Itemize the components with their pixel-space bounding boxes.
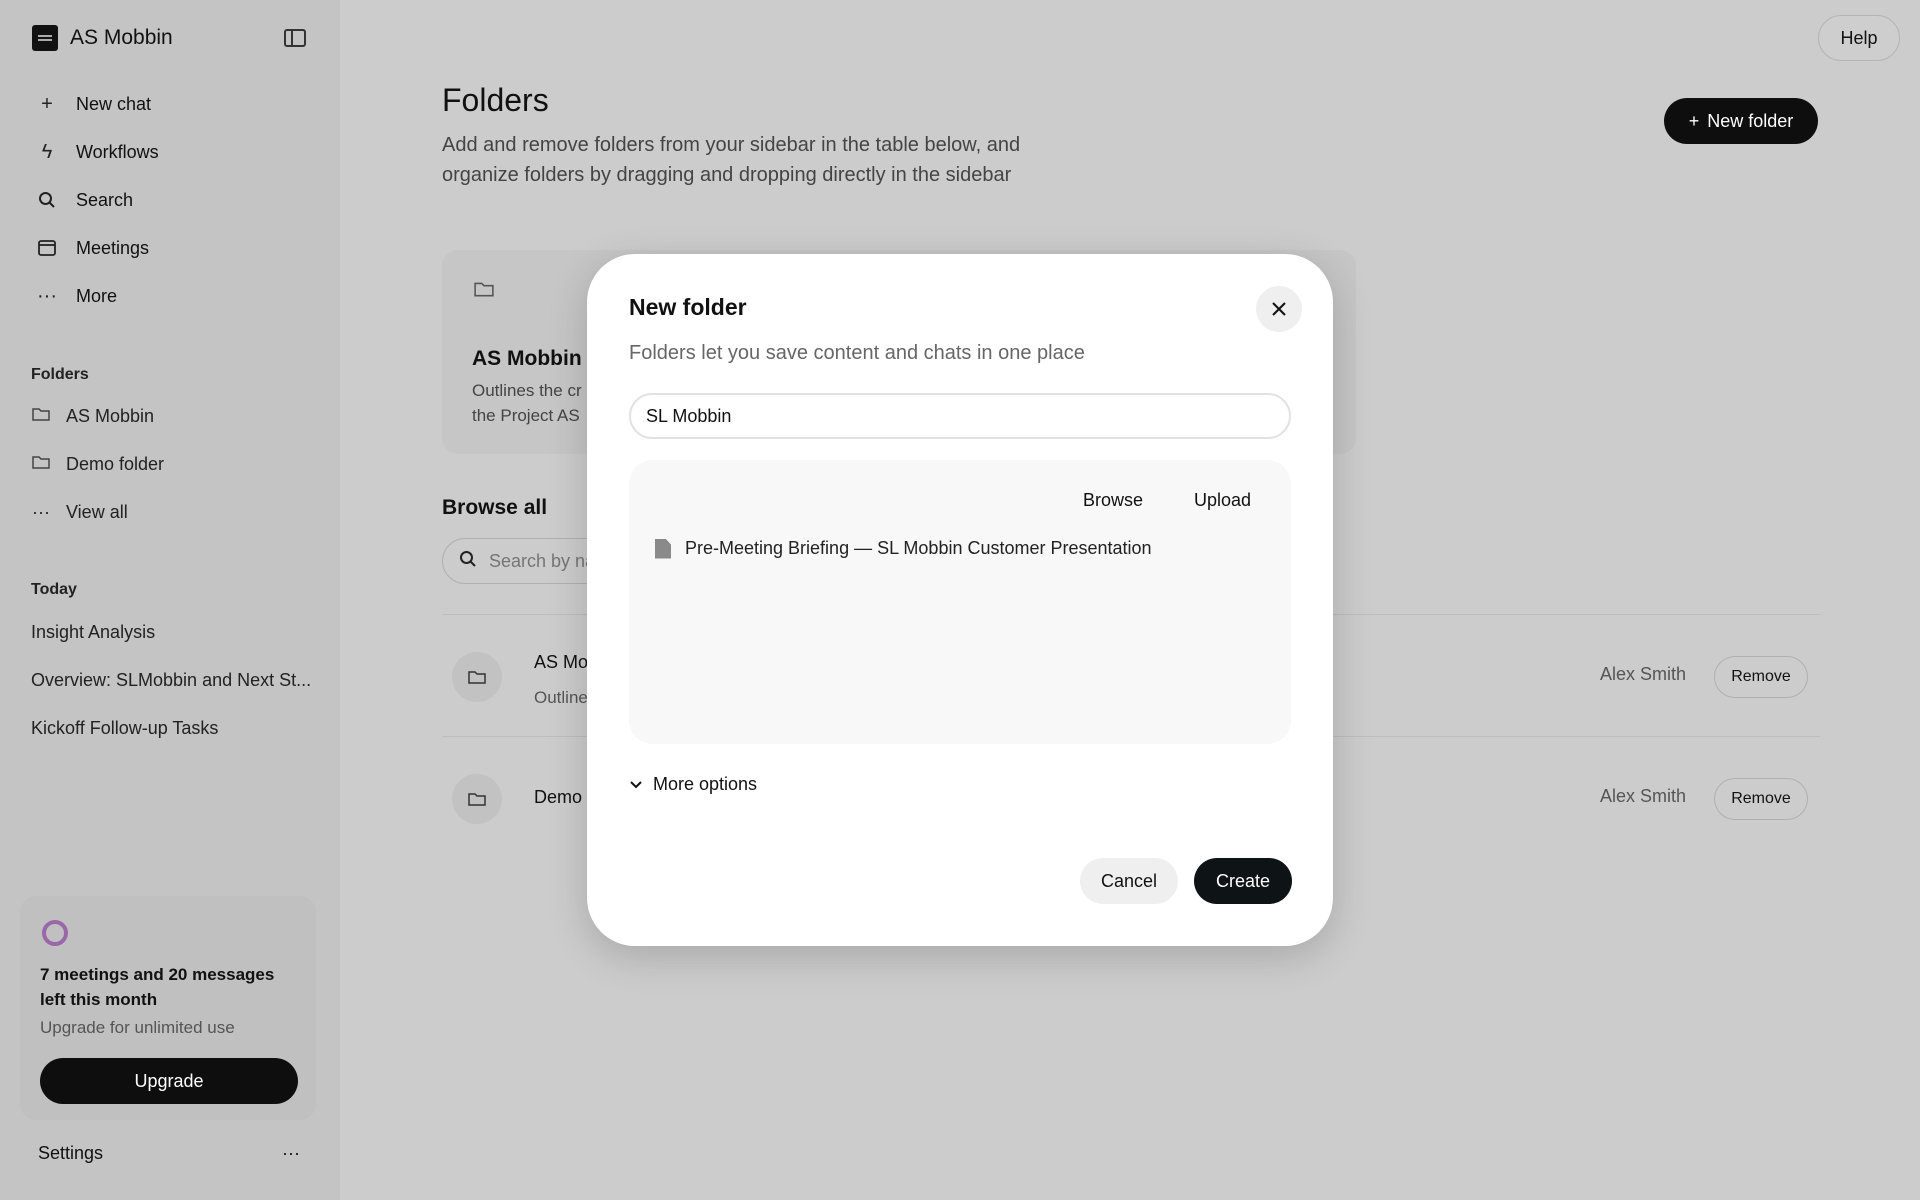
folder-icon: [452, 652, 502, 702]
ellipsis-icon: ···: [37, 284, 57, 307]
sidebar-folder-item[interactable]: Demo folder: [24, 440, 314, 488]
folder-card-title: AS Mobbin: [472, 347, 582, 370]
search-icon: [32, 190, 62, 210]
new-folder-dialog: New folder Folders let you save content …: [587, 254, 1333, 946]
row-owner: Alex Smith: [1600, 664, 1687, 684]
sidebar-item-label: Search: [76, 189, 134, 210]
folder-icon: [474, 280, 494, 303]
recent-chat-item[interactable]: Kickoff Follow-up Tasks: [31, 704, 311, 752]
today-section-label: Today: [31, 581, 77, 598]
folder-icon: [32, 454, 52, 475]
file-name: Pre-Meeting Briefing — SL Mobbin Custome…: [685, 538, 1152, 558]
sidebar-folder-label: Demo folder: [66, 453, 165, 474]
sidebar-item-label: Meetings: [76, 237, 150, 258]
workspace-logo: [32, 25, 58, 51]
new-folder-label: New folder: [1707, 110, 1794, 131]
row-title: Demo: [534, 787, 583, 807]
settings-more-icon[interactable]: ···: [282, 1143, 300, 1164]
plus-icon: +: [1688, 110, 1700, 131]
tab-upload[interactable]: Upload: [1194, 490, 1251, 511]
sidebar-item-workflows[interactable]: ϟ Workflows: [24, 128, 314, 176]
create-button[interactable]: Create: [1194, 858, 1292, 904]
remove-button[interactable]: Remove: [1714, 778, 1808, 820]
browse-all-title: Browse all: [442, 496, 548, 519]
view-all-label: View all: [66, 501, 128, 522]
folder-icon: [32, 406, 52, 427]
row-subtitle: Outline: [534, 688, 588, 707]
sidebar-folder-label: AS Mobbin: [66, 405, 155, 426]
folders-section-label: Folders: [31, 366, 89, 383]
document-icon: [655, 538, 671, 559]
close-icon: [1272, 296, 1286, 322]
dialog-subtitle: Folders let you save content and chats i…: [629, 342, 1085, 364]
cancel-button[interactable]: Cancel: [1080, 858, 1178, 904]
sidebar-item-search[interactable]: Search: [24, 176, 314, 224]
settings-row[interactable]: Settings ···: [38, 1143, 300, 1164]
calendar-icon: [32, 238, 62, 258]
sidebar-toggle-icon[interactable]: [284, 29, 306, 47]
page-description: Add and remove folders from your sidebar…: [442, 134, 1021, 186]
usage-summary: 7 meetings and 20 messages left this mon…: [40, 965, 275, 1009]
upgrade-subtitle: Upgrade for unlimited use: [40, 1018, 235, 1037]
recent-chats-list: Insight Analysis Overview: SLMobbin and …: [31, 608, 311, 752]
workspace-switcher[interactable]: AS Mobbin: [32, 24, 173, 52]
row-owner: Alex Smith: [1600, 786, 1687, 806]
upgrade-card: 7 meetings and 20 messages left this mon…: [20, 896, 316, 1120]
help-button[interactable]: Help: [1818, 15, 1900, 61]
content-picker: Browse Upload Pre-Meeting Briefing — SL …: [629, 460, 1291, 744]
folder-card-description: Outlines the cr the Project AS: [472, 378, 592, 428]
sidebar-folder-list: AS Mobbin Demo folder ··· View all: [24, 392, 314, 536]
sidebar-item-label: New chat: [76, 93, 152, 114]
sidebar-nav: + New chat ϟ Workflows Search Meetings ·…: [24, 80, 314, 320]
upgrade-button[interactable]: Upgrade: [40, 1058, 298, 1104]
tab-browse[interactable]: Browse: [1083, 490, 1143, 511]
more-options-label: More options: [653, 774, 758, 794]
more-options-toggle[interactable]: More options: [629, 774, 757, 795]
usage-ring-icon: [42, 920, 68, 946]
sidebar: AS Mobbin + New chat ϟ Workflows Search …: [0, 0, 340, 1200]
dialog-title: New folder: [629, 294, 747, 320]
row-title: AS Mo: [534, 652, 589, 672]
settings-label: Settings: [38, 1143, 104, 1163]
page-title: Folders: [442, 82, 549, 118]
search-icon: [459, 550, 477, 573]
sidebar-item-meetings[interactable]: Meetings: [24, 224, 314, 272]
sidebar-item-more[interactable]: ··· More: [24, 272, 314, 320]
close-button[interactable]: [1256, 286, 1302, 332]
new-folder-button[interactable]: + New folder: [1664, 98, 1818, 144]
plus-icon: +: [41, 92, 53, 115]
recent-chat-item[interactable]: Insight Analysis: [31, 608, 311, 656]
folder-card-desc-line: the Project AS: [472, 406, 580, 425]
folder-card-desc-line: Outlines the cr: [472, 381, 582, 400]
sidebar-item-label: Workflows: [76, 141, 159, 162]
remove-button[interactable]: Remove: [1714, 656, 1808, 698]
file-list-item[interactable]: Pre-Meeting Briefing — SL Mobbin Custome…: [655, 538, 1152, 559]
sidebar-item-label: More: [76, 285, 118, 306]
workspace-name: AS Mobbin: [70, 26, 173, 49]
folder-icon: [452, 774, 502, 824]
sidebar-item-new-chat[interactable]: + New chat: [24, 80, 314, 128]
view-all-folders[interactable]: ··· View all: [24, 488, 314, 536]
folder-name-field[interactable]: [629, 393, 1291, 439]
recent-chat-item[interactable]: Overview: SLMobbin and Next St...: [31, 656, 311, 704]
chevron-down-icon: [629, 774, 643, 795]
ellipsis-icon: ···: [32, 501, 50, 522]
sidebar-folder-item[interactable]: AS Mobbin: [24, 392, 314, 440]
bolt-icon: ϟ: [41, 140, 53, 163]
